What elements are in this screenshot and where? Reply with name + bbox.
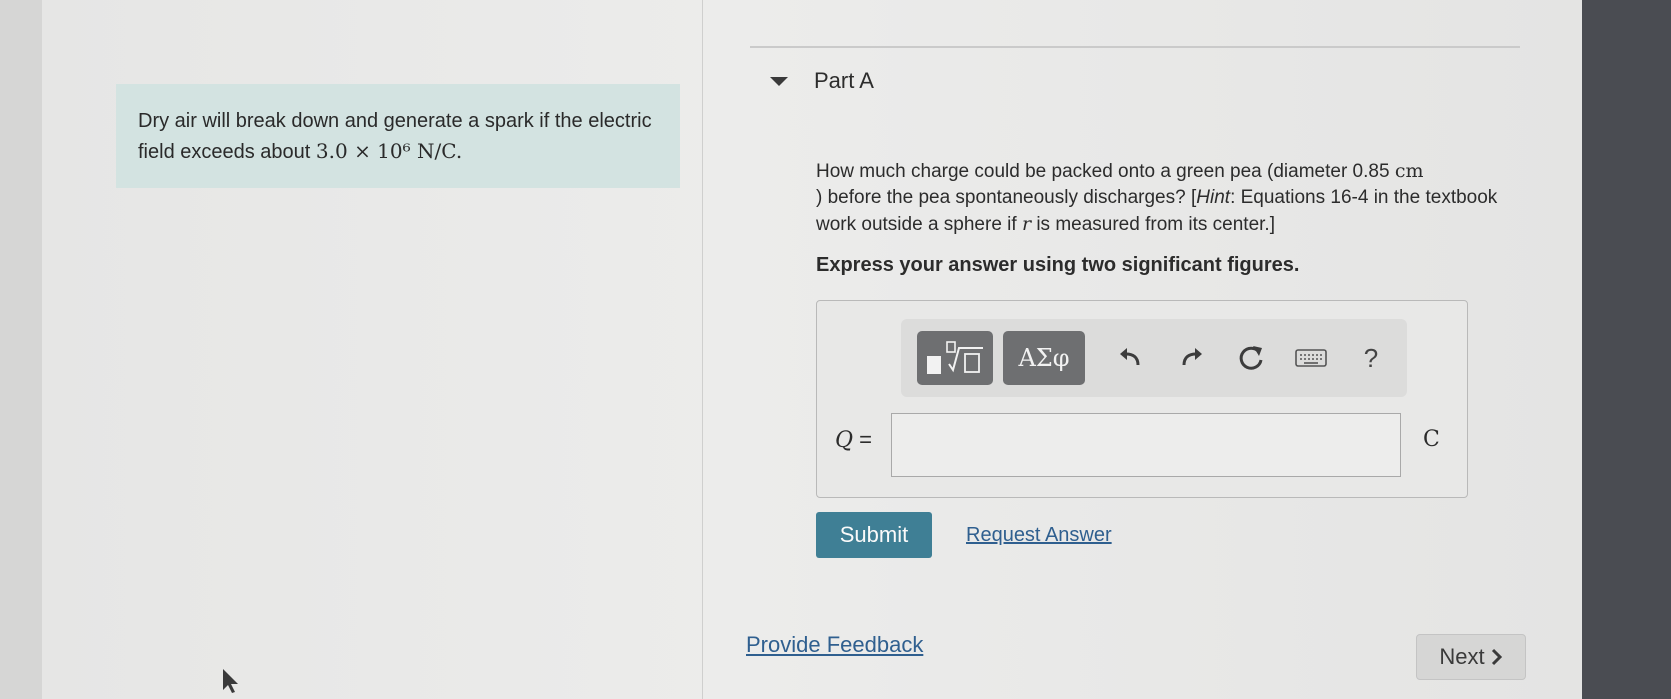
- help-icon: ?: [1363, 342, 1379, 373]
- question-part-2: ) before the pea spontaneously discharge…: [816, 187, 1197, 208]
- answer-input[interactable]: [891, 413, 1401, 477]
- column-divider: [702, 0, 703, 699]
- submit-button[interactable]: Submit: [816, 512, 932, 558]
- answer-label: Q =: [835, 427, 872, 453]
- answer-unit: C: [1423, 427, 1440, 452]
- math-toolbar: ΑΣφ ?: [901, 319, 1407, 397]
- provide-feedback-link[interactable]: Provide Feedback: [746, 632, 923, 658]
- keyboard-icon: [1295, 349, 1327, 367]
- part-a-header[interactable]: Part A: [770, 66, 874, 96]
- part-title: Part A: [814, 68, 874, 93]
- request-answer-link[interactable]: Request Answer: [966, 524, 1112, 547]
- answer-variable: Q: [835, 428, 854, 453]
- answer-panel: ΑΣφ ? Q = C: [816, 300, 1468, 498]
- redo-icon: [1182, 348, 1202, 366]
- right-screen-edge: [1582, 0, 1671, 699]
- hint-label: Hint: [1196, 187, 1231, 208]
- templates-button[interactable]: [917, 331, 993, 385]
- mouse-cursor-icon: [223, 669, 238, 693]
- next-label: Next: [1439, 644, 1485, 669]
- question-part-4: is measured from its center.]: [1031, 214, 1275, 235]
- problem-intro: Dry air will break down and generate a s…: [116, 84, 680, 188]
- next-button[interactable]: Next: [1416, 634, 1526, 680]
- undo-button[interactable]: [1105, 331, 1157, 385]
- answer-instruction: Express your answer using two significan…: [816, 254, 1300, 276]
- reset-button[interactable]: [1225, 331, 1277, 385]
- answer-equals: =: [853, 427, 873, 452]
- help-button[interactable]: ?: [1345, 331, 1397, 385]
- part-top-rule: [750, 46, 1520, 48]
- keyboard-button[interactable]: [1285, 331, 1337, 385]
- templates-icon: [927, 341, 983, 374]
- left-page-edge: [0, 0, 42, 699]
- undo-icon: [1120, 348, 1140, 366]
- redo-button[interactable]: [1165, 331, 1217, 385]
- question-var-r: r: [1021, 213, 1032, 235]
- greek-symbols-button[interactable]: ΑΣφ: [1003, 331, 1085, 385]
- intro-math: 3.0 × 10⁶ N/C.: [315, 139, 463, 163]
- chevron-right-icon: [1491, 648, 1502, 666]
- question-unit-cm: cm: [1394, 160, 1424, 182]
- reset-icon: [1239, 346, 1263, 370]
- question-text: How much charge could be packed onto a g…: [816, 158, 1516, 238]
- collapse-caret-icon[interactable]: [770, 76, 788, 86]
- question-part-1: How much charge could be packed onto a g…: [816, 161, 1395, 182]
